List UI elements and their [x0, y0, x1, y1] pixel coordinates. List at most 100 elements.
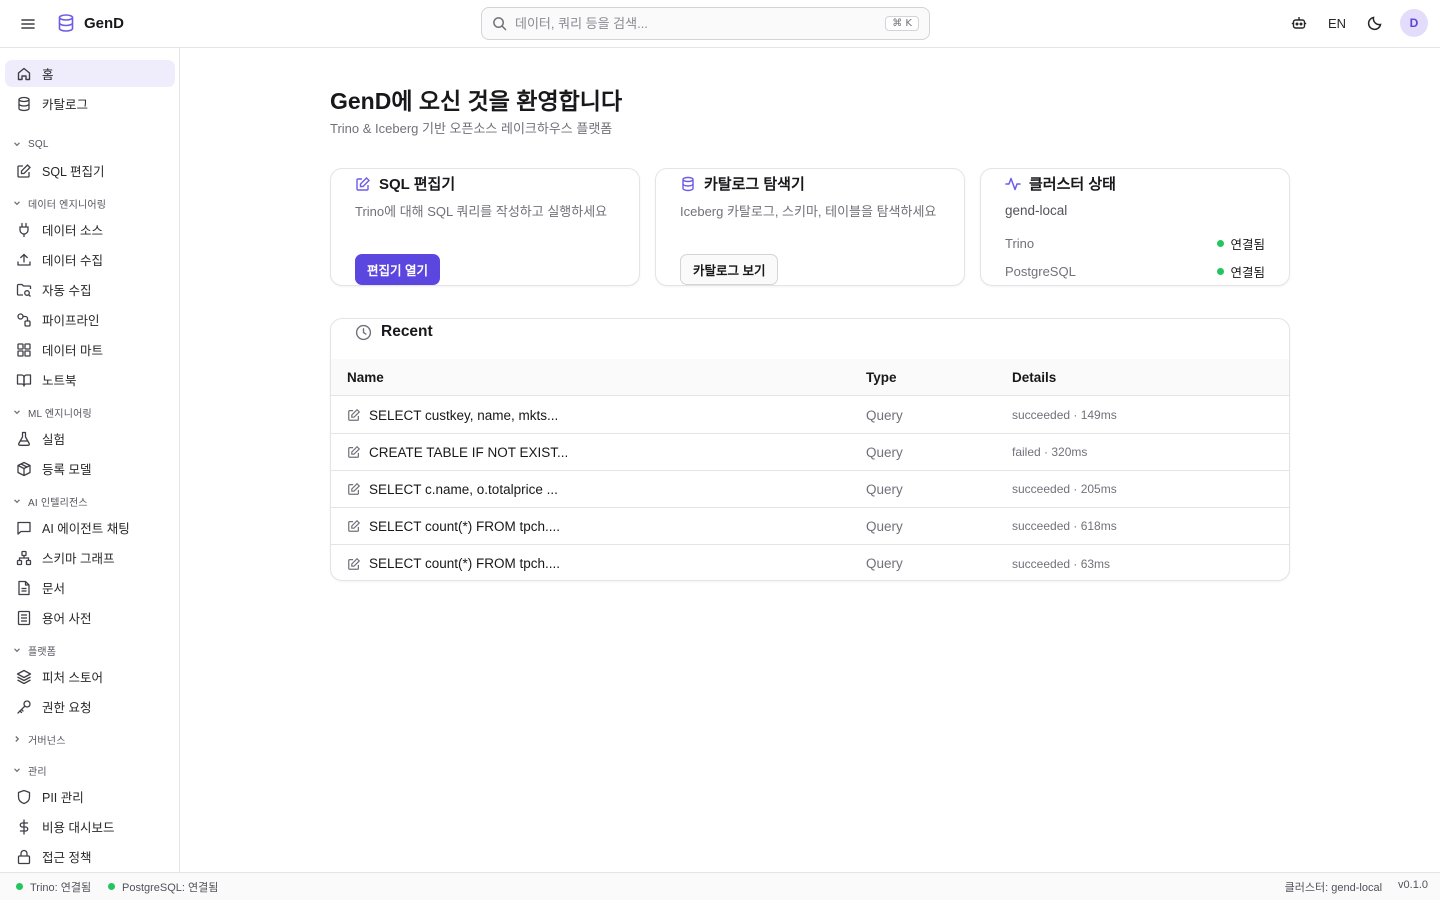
table-row[interactable]: SELECT custkey, name, mkts... Query succee… [331, 397, 1289, 434]
row-type: Query [866, 556, 903, 571]
language-toggle[interactable]: EN [1324, 16, 1350, 31]
section-label: 플랫폼 [28, 646, 57, 658]
section-label: 데이터 엔지니어링 [28, 199, 107, 211]
edit-icon [347, 445, 361, 459]
sidebar-item-notebook[interactable]: 노트북 [5, 366, 175, 393]
row-type: Query [866, 444, 903, 460]
section-admin[interactable]: 관리 [12, 762, 47, 778]
table-row[interactable]: SELECT count(*) FROM tpch.... Query succee… [331, 508, 1289, 545]
sidebar-item-label: 실험 [42, 433, 66, 447]
sidebar-item-pipeline[interactable]: 파이프라인 [5, 306, 175, 333]
table-row[interactable]: CREATE TABLE IF NOT EXIST... Query failed … [331, 434, 1289, 471]
sidebar-item-cost-dashboard[interactable]: 비용 대시보드 [5, 813, 175, 840]
section-sql[interactable]: SQL [12, 136, 49, 152]
sidebar-item-data-mart[interactable]: 데이터 마트 [5, 336, 175, 363]
sidebar-item-label: 접근 정책 [42, 851, 92, 865]
main-content: GenD에 오신 것을 환영합니다 Trino & Iceberg 기반 오픈소… [180, 48, 1440, 872]
column-header-type[interactable]: Type [866, 370, 897, 385]
row-name: SELECT count(*) FROM tpch.... [369, 518, 561, 534]
footer-trino-status: Trino: 연결됨 [16, 879, 91, 895]
row-name: SELECT count(*) FROM tpch.... [369, 556, 561, 571]
column-header-details[interactable]: Details [1012, 370, 1056, 385]
section-ml-eng[interactable]: ML 엔지니어링 [12, 404, 92, 420]
flask-icon [16, 431, 32, 447]
sidebar-item-label: 문서 [42, 582, 66, 596]
status-value: 연결됨 [1230, 266, 1265, 280]
sidebar-item-data-source[interactable]: 데이터 소스 [5, 216, 175, 243]
sidebar-item-label: 권한 요청 [42, 701, 92, 715]
sidebar-item-experiment[interactable]: 실험 [5, 425, 175, 452]
user-avatar[interactable]: D [1400, 9, 1428, 37]
bot-icon[interactable] [1288, 12, 1310, 34]
section-label: SQL [28, 138, 49, 150]
sidebar-item-feature-store[interactable]: 피처 스토어 [5, 663, 175, 690]
edit-icon [347, 482, 361, 496]
sidebar-item-home[interactable]: 홈 [5, 60, 175, 87]
grid-icon [16, 342, 32, 358]
file-text-icon [16, 580, 32, 596]
footer-version: v0.1.0 [1398, 878, 1428, 891]
section-label: ML 엔지니어링 [28, 408, 92, 420]
page-subtitle: Trino & Iceberg 기반 오픈소스 레이크하우스 플랫폼 [330, 121, 613, 136]
chevron-right-icon [12, 734, 22, 744]
row-details: succeeded · 205ms [1012, 482, 1117, 496]
sidebar-item-label: 용어 사전 [42, 612, 92, 626]
search-input[interactable] [515, 16, 886, 31]
section-governance[interactable]: 거버넌스 [12, 731, 66, 747]
sidebar-item-sql-editor[interactable]: SQL 편집기 [5, 157, 175, 184]
upload-icon [16, 252, 32, 268]
sidebar-item-auto-ingest[interactable]: 자동 수집 [5, 276, 175, 303]
section-data-eng[interactable]: 데이터 엔지니어링 [12, 195, 106, 211]
recent-title: Recent [381, 323, 433, 340]
sidebar-item-documents[interactable]: 문서 [5, 574, 175, 601]
moon-icon[interactable] [1364, 12, 1386, 34]
view-catalog-button[interactable]: 카탈로그 보기 [680, 254, 779, 285]
status-dot [1217, 240, 1225, 247]
sidebar-item-access-policy[interactable]: 접근 정책 [5, 843, 175, 870]
chevron-down-icon [12, 139, 22, 149]
table-row[interactable]: SELECT count(*) FROM tpch.... Query succee… [331, 545, 1289, 580]
table-row[interactable]: SELECT c.name, o.totalprice ... Query succ… [331, 471, 1289, 508]
cluster-name: gend-local [1005, 203, 1068, 218]
search-icon [492, 16, 507, 31]
card-title: 클러스터 상태 [1029, 176, 1116, 193]
row-details: succeeded · 149ms [1012, 408, 1117, 422]
shield-icon [16, 789, 32, 805]
sidebar-item-ai-agent-chat[interactable]: AI 에이전트 채팅 [5, 514, 175, 541]
section-ai-intel[interactable]: AI 인텔리전스 [12, 493, 88, 509]
open-editor-button[interactable]: 편집기 열기 [355, 254, 440, 285]
sidebar-item-schema-graph[interactable]: 스키마 그래프 [5, 544, 175, 571]
lock-icon [16, 849, 32, 865]
app-name: GenD [84, 14, 125, 32]
search-bar[interactable]: ⌘ K [481, 7, 930, 40]
table-header: Name Type Details [331, 359, 1289, 396]
footer-status-text: PostgreSQL: 연결됨 [122, 881, 219, 894]
column-header-name[interactable]: Name [347, 370, 384, 385]
sidebar-item-catalog[interactable]: 카탈로그 [5, 90, 175, 117]
dollar-icon [16, 818, 32, 835]
sidebar-item-access-request[interactable]: 권한 요청 [5, 693, 175, 720]
sidebar-item-label: 데이터 수집 [42, 254, 103, 268]
sidebar-item-registered-model[interactable]: 등록 모델 [5, 455, 175, 482]
status-dot [16, 883, 23, 890]
app-logo[interactable]: GenD [56, 13, 124, 33]
plug-icon [16, 222, 32, 238]
sidebar-item-pii[interactable]: PII 관리 [5, 783, 175, 810]
sidebar-item-label: 등록 모델 [42, 463, 92, 477]
row-details: succeeded · 63ms [1012, 556, 1111, 571]
chevron-down-icon [12, 198, 22, 208]
sidebar-item-data-ingest[interactable]: 데이터 수집 [5, 246, 175, 273]
status-label: Trino [1005, 236, 1035, 251]
row-type: Query [866, 481, 903, 497]
sidebar-item-label: SQL 편집기 [42, 165, 105, 179]
sidebar-item-label: 카탈로그 [42, 98, 89, 112]
recent-panel: Recent Name Type Details SELECT custkey,… [330, 318, 1290, 581]
section-platform[interactable]: 플랫폼 [12, 642, 56, 658]
top-header: GenD ⌘ K EN D [0, 0, 1440, 48]
sidebar-item-glossary[interactable]: 용어 사전 [5, 604, 175, 631]
sidebar-item-label: 스키마 그래프 [42, 552, 115, 566]
card-title: SQL 편집기 [379, 176, 456, 193]
menu-icon[interactable] [18, 14, 38, 34]
chevron-down-icon [12, 496, 22, 506]
edit-icon [16, 163, 32, 179]
